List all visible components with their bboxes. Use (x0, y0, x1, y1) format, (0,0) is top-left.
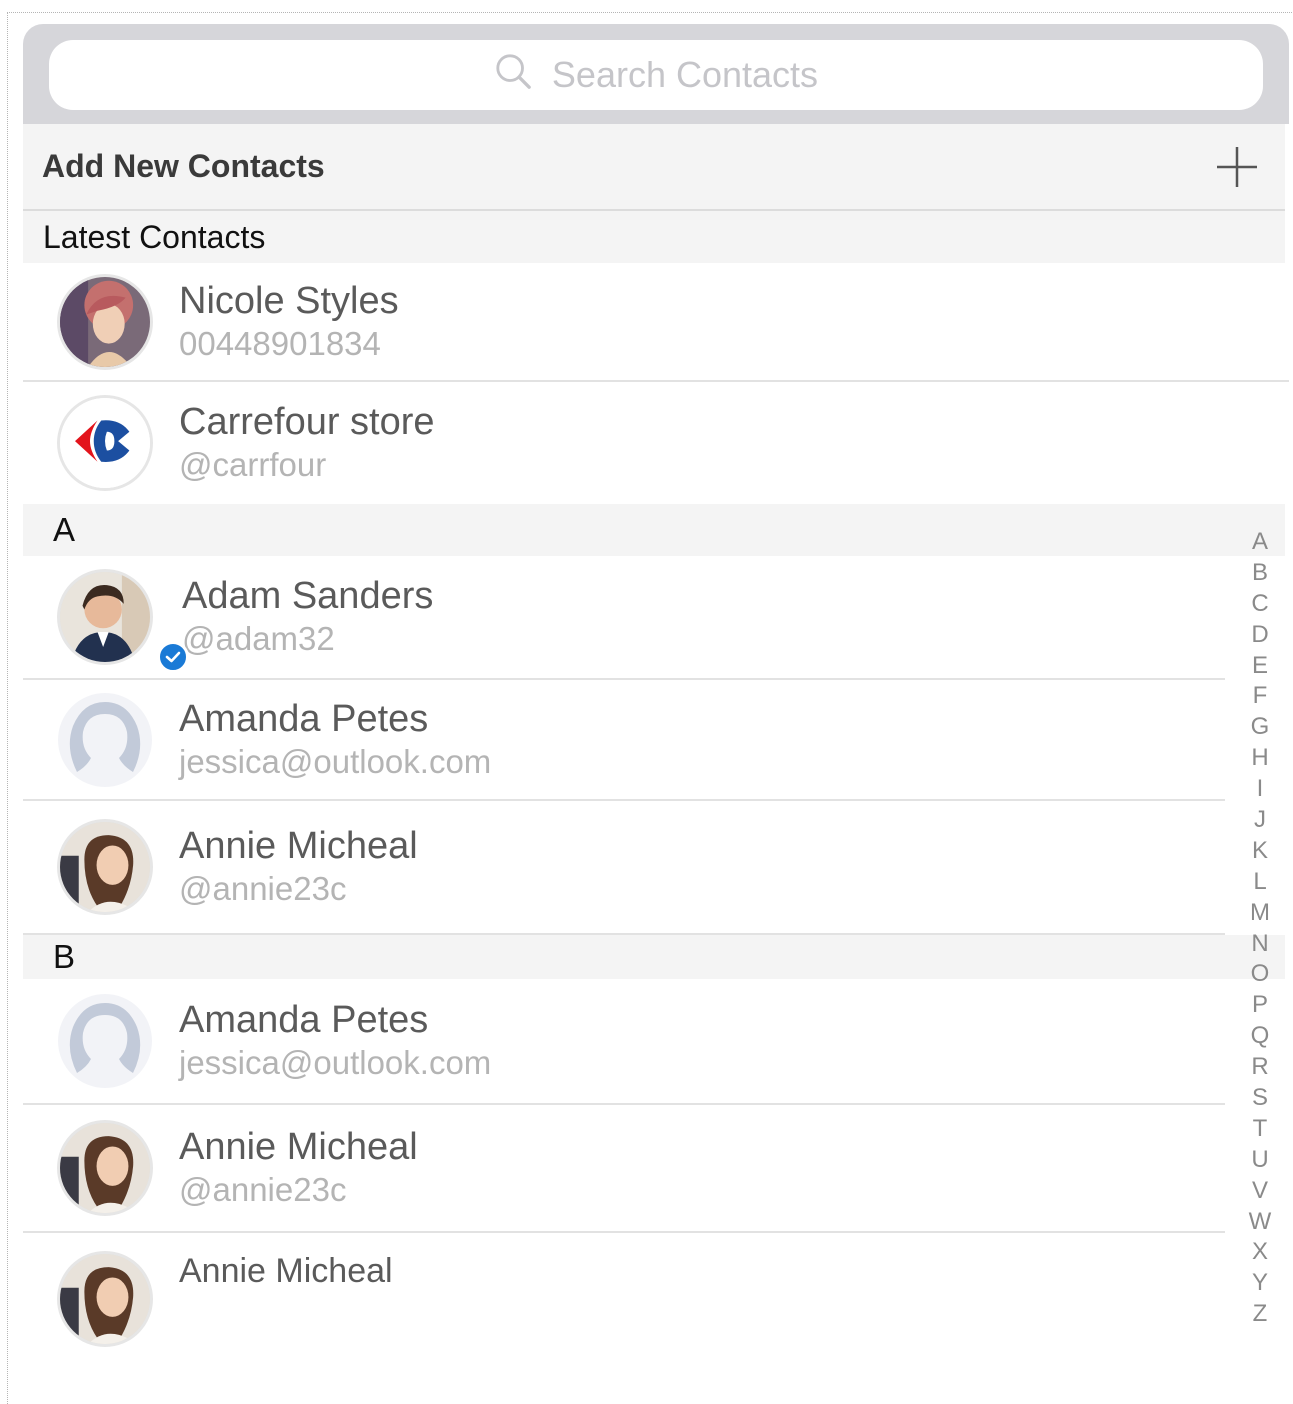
index-letter[interactable]: F (1253, 681, 1268, 712)
index-letter[interactable]: M (1250, 898, 1270, 929)
avatar (57, 273, 153, 370)
carrefour-logo-avatar (57, 395, 153, 491)
contact-row[interactable]: Adam Sanders @adam32 (23, 556, 1225, 680)
section-header-a: A (23, 504, 1285, 556)
index-letter[interactable]: B (1252, 558, 1268, 589)
contact-row[interactable]: Amanda Petes jessica@outlook.com (23, 680, 1225, 801)
index-letter[interactable]: J (1254, 805, 1266, 836)
avatar (57, 1120, 153, 1216)
contact-name: Amanda Petes (179, 697, 429, 740)
contact-row[interactable]: Annie Micheal @annie23c (23, 801, 1225, 935)
index-letter[interactable]: Y (1252, 1268, 1268, 1299)
add-new-contacts-label: Add New Contacts (42, 148, 325, 184)
index-letter[interactable]: L (1253, 867, 1266, 898)
default-avatar-icon (57, 691, 153, 788)
index-letter[interactable]: U (1251, 1145, 1268, 1176)
index-letter[interactable]: S (1252, 1083, 1268, 1114)
index-letter[interactable]: C (1251, 589, 1268, 620)
search-bar: Search Contacts (23, 24, 1289, 124)
contact-row[interactable]: Annie Micheal @annie23c (23, 1105, 1225, 1233)
index-letter[interactable]: W (1249, 1207, 1272, 1238)
contact-row[interactable]: Nicole Styles 00448901834 (23, 263, 1289, 382)
index-letter[interactable]: R (1251, 1052, 1268, 1083)
contact-detail: 00448901834 (179, 324, 381, 362)
index-letter[interactable]: I (1257, 774, 1264, 805)
index-letter[interactable]: H (1251, 743, 1268, 774)
verified-badge-icon (157, 641, 189, 673)
contact-row[interactable]: Amanda Petes jessica@outlook.com (23, 979, 1225, 1105)
search-placeholder: Search Contacts (551, 54, 819, 95)
contact-detail: @annie23c (179, 870, 347, 907)
contacts-panel: Search Contacts Add New Contacts Latest … (23, 24, 1289, 1373)
contact-name: Nicole Styles (179, 279, 399, 322)
carrefour-logo-icon (60, 398, 150, 488)
index-letter[interactable]: A (1252, 527, 1268, 558)
contact-detail: @adam32 (182, 620, 335, 657)
avatar (57, 569, 153, 665)
index-letter[interactable]: E (1252, 651, 1268, 682)
contact-detail: @carrfour (179, 446, 327, 483)
index-letter[interactable]: Q (1251, 1021, 1270, 1052)
index-letter[interactable]: V (1252, 1176, 1268, 1207)
contact-detail: @annie23c (179, 1171, 347, 1208)
add-new-contacts-row[interactable]: Add New Contacts (23, 124, 1285, 211)
contact-name: Amanda Petes (179, 999, 429, 1041)
avatar (57, 1251, 153, 1347)
contact-name: Annie Micheal (179, 825, 418, 867)
latest-contacts-header: Latest Contacts (23, 211, 1285, 263)
contact-detail: jessica@outlook.com (179, 1044, 492, 1081)
contact-name: Annie Micheal (179, 1252, 393, 1290)
contact-name: Adam Sanders (182, 575, 434, 617)
index-letter[interactable]: N (1251, 929, 1268, 960)
search-input[interactable]: Search Contacts (49, 40, 1263, 110)
plus-icon[interactable] (1215, 145, 1259, 189)
contact-row[interactable]: Annie Micheal (23, 1233, 1225, 1373)
contact-row[interactable]: Carrefour store @carrfour (23, 382, 1289, 504)
avatar (57, 819, 153, 915)
contact-detail: jessica@outlook.com (179, 742, 492, 780)
contact-name: Carrefour store (179, 401, 435, 443)
index-letter[interactable]: D (1251, 620, 1268, 651)
index-letter[interactable]: Z (1253, 1299, 1268, 1330)
index-letter[interactable]: G (1251, 712, 1270, 743)
default-avatar-icon (57, 993, 153, 1089)
index-letter[interactable]: T (1253, 1114, 1268, 1145)
contact-name: Annie Micheal (179, 1126, 418, 1168)
index-letter[interactable]: O (1251, 959, 1270, 990)
search-icon (494, 52, 532, 99)
index-letter[interactable]: K (1252, 836, 1268, 867)
section-header-b: B (23, 935, 1285, 979)
alphabet-index[interactable]: ABCDEFGHIJKLMNOPQRSTUVWXYZ (1240, 527, 1280, 1330)
index-letter[interactable]: P (1252, 990, 1268, 1021)
index-letter[interactable]: X (1252, 1237, 1268, 1268)
